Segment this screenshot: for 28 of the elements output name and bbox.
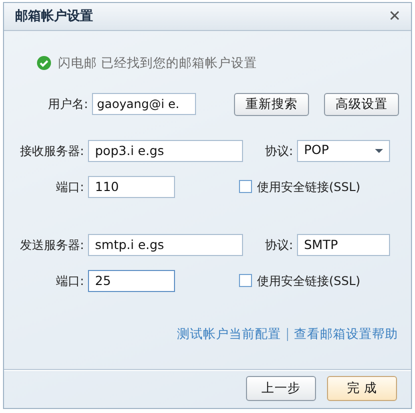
- ssl-checkbox[interactable]: [239, 274, 252, 288]
- footer-button[interactable]: 完 成: [327, 376, 397, 401]
- caret-icon: [375, 148, 383, 153]
- footer-button[interactable]: 上一步: [246, 376, 316, 401]
- ssl-checkbox[interactable]: [239, 180, 252, 194]
- checkbox-label: 使用安全链接(SSL): [257, 272, 360, 290]
- status-message: 闪电邮 已经找到您的邮箱帐户设置: [58, 54, 257, 72]
- field-label: 协议:: [264, 236, 294, 254]
- server-field[interactable]: pop3.i e.gs: [88, 140, 243, 162]
- username-field[interactable]: gaoyang@i e.: [92, 93, 196, 116]
- server-field[interactable]: smtp.i e.gs: [88, 234, 243, 256]
- action-button[interactable]: 重新搜索: [234, 92, 309, 116]
- port-field[interactable]: 110: [88, 176, 175, 198]
- field-label: 发送服务器:: [18, 236, 85, 254]
- field-label: 端口:: [54, 178, 85, 196]
- help-link[interactable]: 测试帐户当前配置: [177, 324, 281, 344]
- window-title: 邮箱帐户设置: [15, 8, 93, 26]
- action-button[interactable]: 高级设置: [324, 92, 399, 116]
- field-label: 端口:: [54, 272, 85, 290]
- protocol-field[interactable]: SMTP: [297, 234, 390, 256]
- field-label: 接收服务器:: [18, 142, 85, 160]
- field-label: 用户名:: [46, 96, 89, 114]
- protocol-dropdown[interactable]: POP: [297, 140, 390, 162]
- checkbox-label: 使用安全链接(SSL): [257, 178, 360, 196]
- help-link[interactable]: 查看邮箱设置帮助: [294, 324, 398, 344]
- field-label: 协议:: [264, 142, 294, 160]
- port-field[interactable]: 25: [88, 270, 175, 292]
- close-button[interactable]: ✕: [388, 9, 401, 24]
